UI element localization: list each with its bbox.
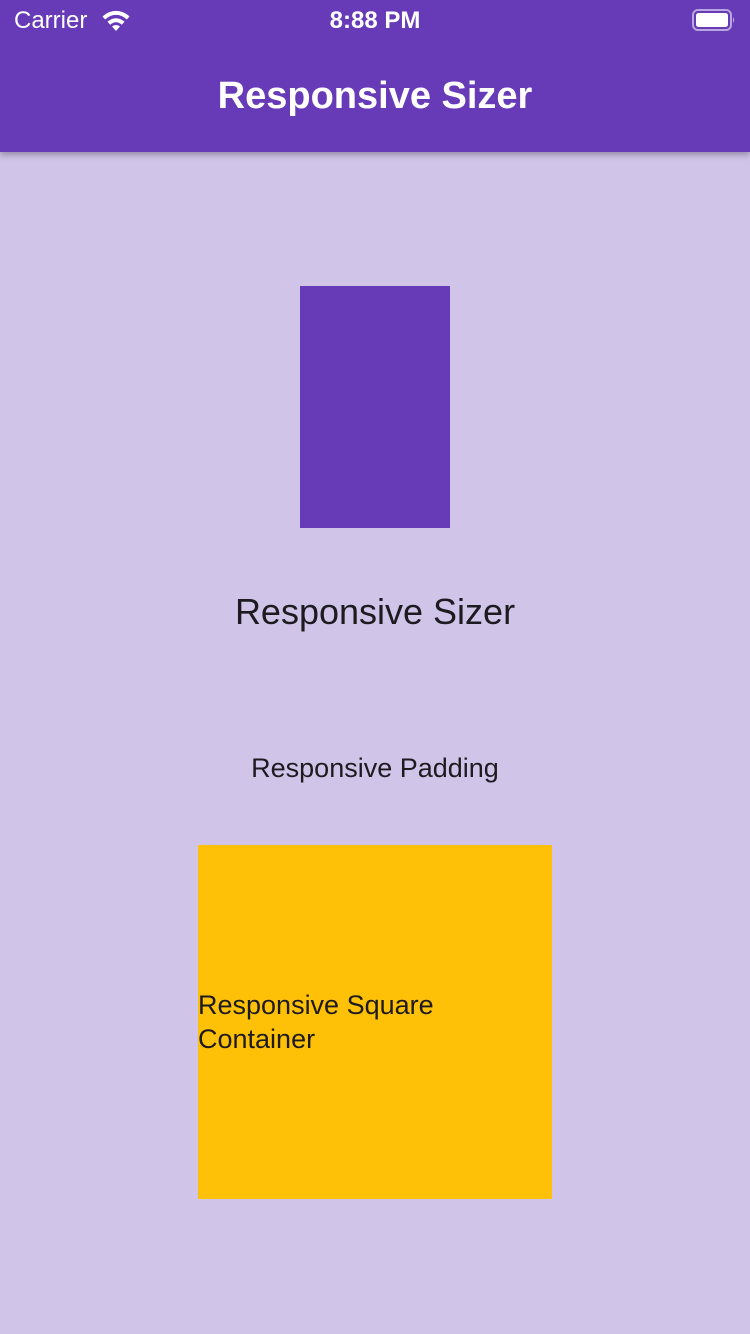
responsive-sizer-text: Responsive Sizer xyxy=(234,591,516,632)
battery-icon xyxy=(692,9,735,31)
square-container-label: Responsive Square Container xyxy=(198,990,434,1054)
responsive-box xyxy=(300,286,450,528)
status-bar: Carrier 8:88 PM xyxy=(0,0,750,40)
responsive-padding-text: Responsive Padding xyxy=(251,753,499,783)
responsive-square-container: Responsive Square Container xyxy=(198,845,552,1199)
app-bar-title: Responsive Sizer xyxy=(217,75,533,117)
app-bar: Carrier 8:88 PM Responsive Sizer xyxy=(0,0,750,152)
status-time: 8:88 PM xyxy=(329,7,421,34)
